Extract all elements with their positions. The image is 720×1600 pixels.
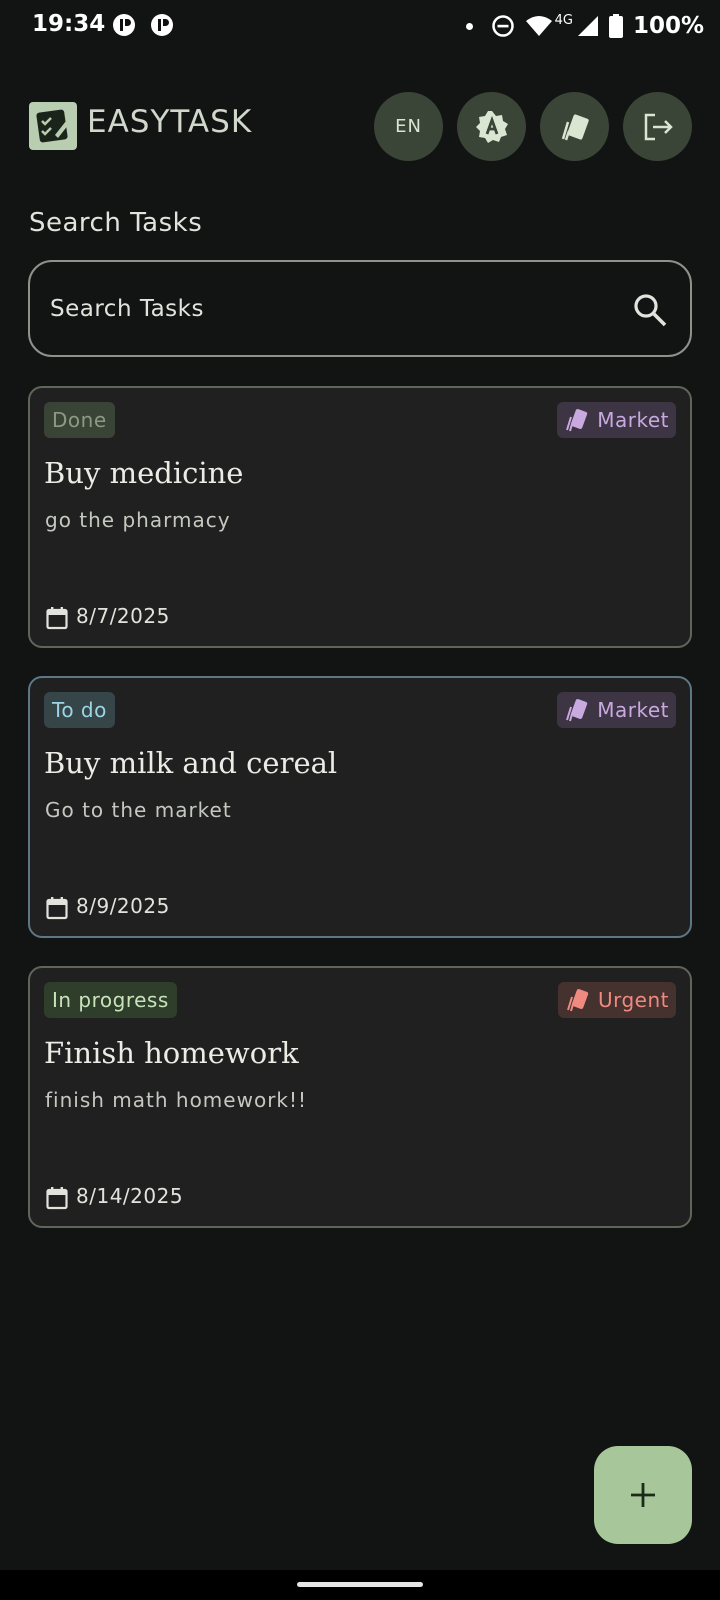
task-description: Go to the market [45, 798, 232, 822]
status-chip: In progress [44, 982, 177, 1018]
brightness-auto-icon [475, 110, 508, 143]
search-heading: Search Tasks [29, 208, 203, 238]
tag-label: Urgent [597, 988, 669, 1012]
do-not-disturb-icon [491, 15, 514, 37]
tag-icon [567, 989, 589, 1012]
search-input[interactable] [50, 262, 610, 355]
network-type: 4G [554, 12, 573, 28]
logout-button[interactable] [623, 92, 692, 161]
status-chip: To do [44, 692, 115, 728]
task-card[interactable]: Done Market Buy medicine go the pharmacy… [28, 386, 692, 648]
logout-icon [644, 113, 673, 140]
home-gesture-handle[interactable] [297, 1582, 423, 1587]
screen: 19:34 4G 100% EASYTASK EN Search Tasks S… [0, 0, 720, 1600]
task-date: 8/14/2025 [76, 1184, 184, 1208]
navigation-bar [0, 1570, 720, 1600]
calendar-icon [46, 607, 68, 630]
status-bar: 19:34 4G 100% [0, 0, 720, 52]
task-title: Buy medicine [44, 456, 244, 490]
status-icons: 4G 100% [465, 10, 704, 42]
language-button[interactable]: EN [374, 92, 443, 161]
task-card[interactable]: To do Market Buy milk and cereal Go to t… [28, 676, 692, 938]
add-task-button[interactable] [594, 1446, 692, 1544]
tag-chip: Urgent [557, 982, 676, 1018]
app-name: EASYTASK [87, 104, 253, 140]
battery-percentage: 100% [632, 13, 704, 39]
plus-icon [631, 1483, 655, 1507]
search-box[interactable] [28, 260, 692, 357]
tag-chip: Market [557, 692, 676, 728]
tags-button[interactable] [540, 92, 609, 161]
task-title: Buy milk and cereal [44, 746, 338, 780]
signal-icon [577, 16, 598, 36]
notification-app-icon [113, 14, 135, 36]
theme-button[interactable] [457, 92, 526, 161]
task-date: 8/9/2025 [76, 894, 170, 918]
status-time: 19:34 [32, 11, 106, 37]
tags-icon [561, 113, 589, 140]
task-date: 8/7/2025 [76, 604, 170, 628]
notification-app-icon [151, 14, 173, 36]
language-button-label: EN [395, 116, 422, 137]
tag-label: Market [597, 698, 669, 722]
tag-label: Market [597, 408, 669, 432]
tag-chip: Market [557, 402, 676, 438]
calendar-icon [46, 1187, 68, 1210]
wifi-icon [525, 16, 552, 36]
notification-dot-icon [465, 22, 473, 30]
battery-icon [608, 14, 623, 38]
status-chip: Done [44, 402, 115, 438]
task-title: Finish homework [44, 1036, 299, 1070]
task-description: go the pharmacy [45, 508, 231, 532]
tag-icon [566, 699, 588, 722]
task-description: finish math homework!! [45, 1088, 308, 1112]
tag-icon [566, 409, 588, 432]
calendar-icon [46, 897, 68, 920]
app-logo-icon [29, 102, 77, 150]
search-icon[interactable] [632, 292, 668, 328]
task-card[interactable]: In progress Urgent Finish homework finis… [28, 966, 692, 1228]
